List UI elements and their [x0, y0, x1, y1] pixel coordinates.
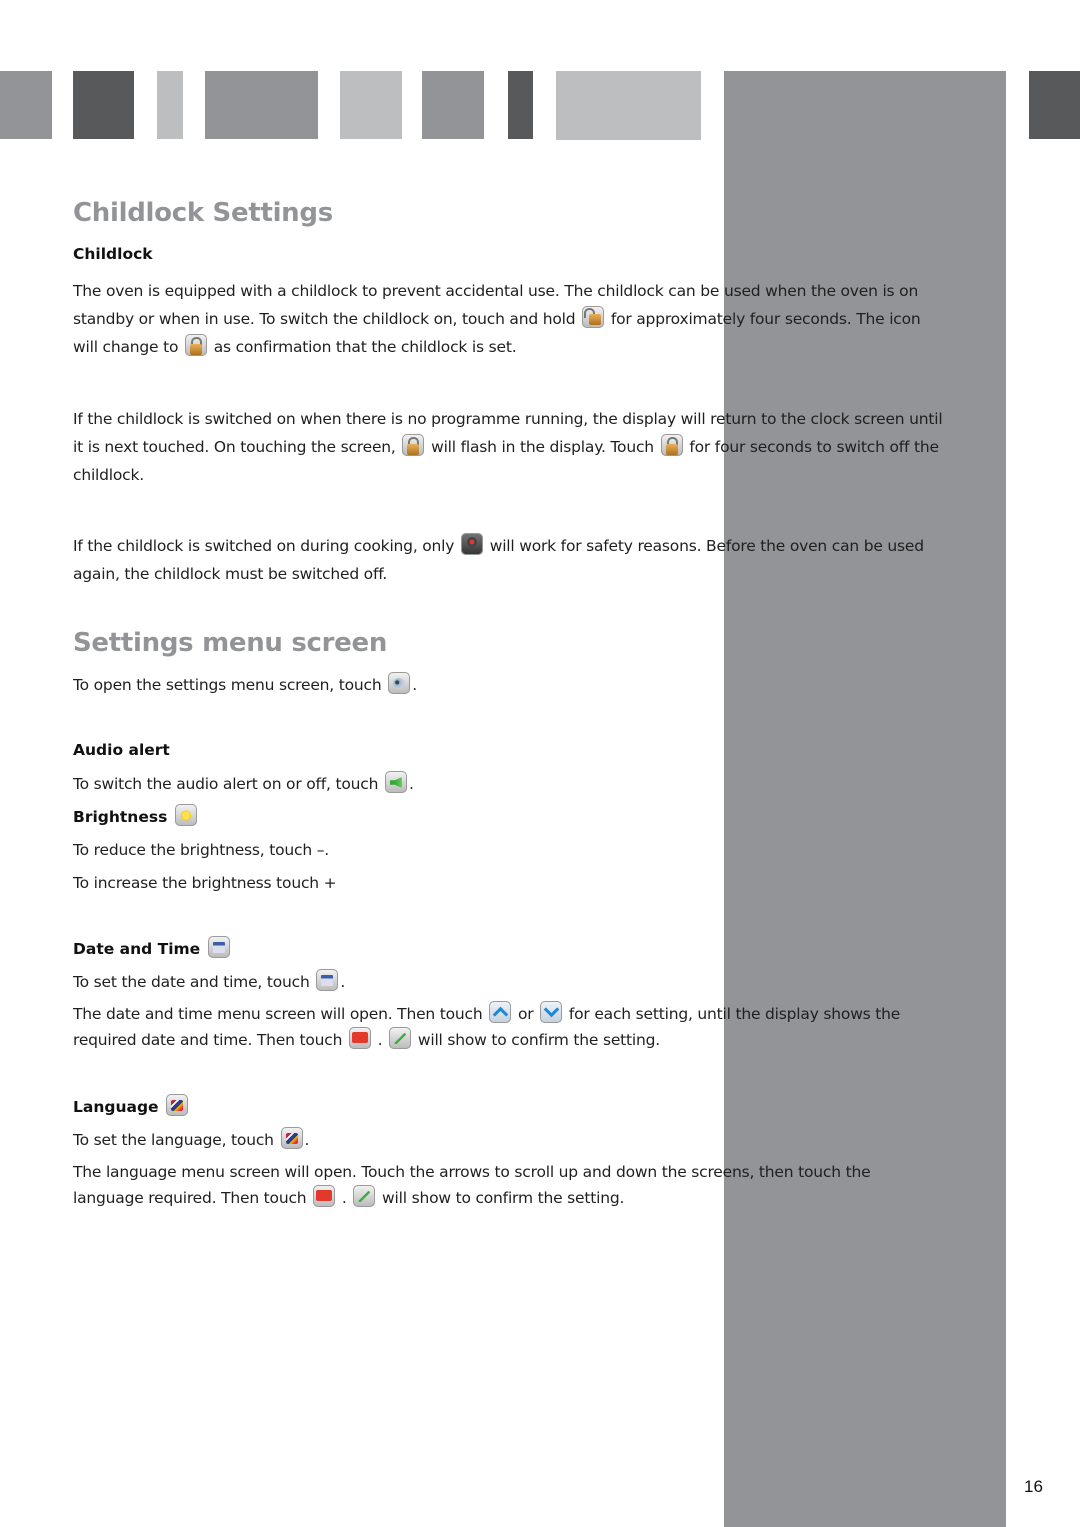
subheading-brightness: Brightness	[73, 804, 199, 826]
check-icon	[389, 1027, 412, 1049]
brightness-increase-text: To increase the brightness touch +	[73, 874, 337, 892]
subheading-date-time: Date and Time	[73, 936, 232, 958]
subheading-audio-alert: Audio alert	[73, 741, 170, 759]
lock-icon	[402, 434, 425, 456]
speaker-icon	[384, 771, 407, 793]
settings-intro: To open the settings menu screen, touch …	[73, 671, 943, 699]
date-time-intro: To set the date and time, touch .	[73, 968, 943, 996]
language-paragraph: The language menu screen will open. Touc…	[73, 1163, 871, 1207]
lock-icon	[184, 334, 207, 356]
header-block	[157, 71, 183, 139]
header-block	[556, 71, 701, 140]
header-block	[0, 71, 52, 139]
arrow-up-icon	[489, 1001, 512, 1023]
header-block	[340, 71, 402, 139]
brightness-reduce-text: To reduce the brightness, touch –.	[73, 841, 329, 859]
childlock-paragraph-3: If the childlock is switched on during c…	[73, 532, 943, 588]
audio-alert-text: To switch the audio alert on or off, tou…	[73, 770, 943, 798]
date-time-icon	[316, 969, 339, 991]
header-block	[205, 71, 318, 139]
page-number: 16	[1024, 1477, 1043, 1496]
section-title-settings: Settings menu screen	[73, 628, 388, 658]
subheading-childlock: Childlock	[73, 245, 153, 263]
section-title-childlock: Childlock Settings	[73, 198, 333, 228]
unlock-icon	[582, 306, 605, 328]
ok-icon	[348, 1027, 371, 1049]
language-flags-icon	[165, 1094, 188, 1116]
arrow-down-icon	[540, 1001, 563, 1023]
lock-icon	[660, 434, 683, 456]
settings-icon	[388, 672, 411, 694]
check-icon	[353, 1185, 376, 1207]
childlock-paragraph-1: The oven is equipped with a childlock to…	[73, 282, 921, 356]
language-flags-icon	[280, 1127, 303, 1149]
header-block	[1029, 71, 1080, 139]
header-block	[508, 71, 533, 139]
date-time-paragraph: The date and time menu screen will open.…	[73, 1001, 943, 1053]
header-block	[73, 71, 134, 139]
date-time-icon	[207, 936, 230, 958]
header-block	[422, 71, 484, 139]
subheading-language: Language	[73, 1094, 190, 1116]
childlock-paragraph-2: If the childlock is switched on when the…	[73, 410, 943, 484]
power-off-icon	[461, 533, 483, 555]
language-intro: To set the language, touch .	[73, 1126, 943, 1154]
ok-icon	[313, 1185, 336, 1207]
brightness-icon	[174, 804, 197, 826]
